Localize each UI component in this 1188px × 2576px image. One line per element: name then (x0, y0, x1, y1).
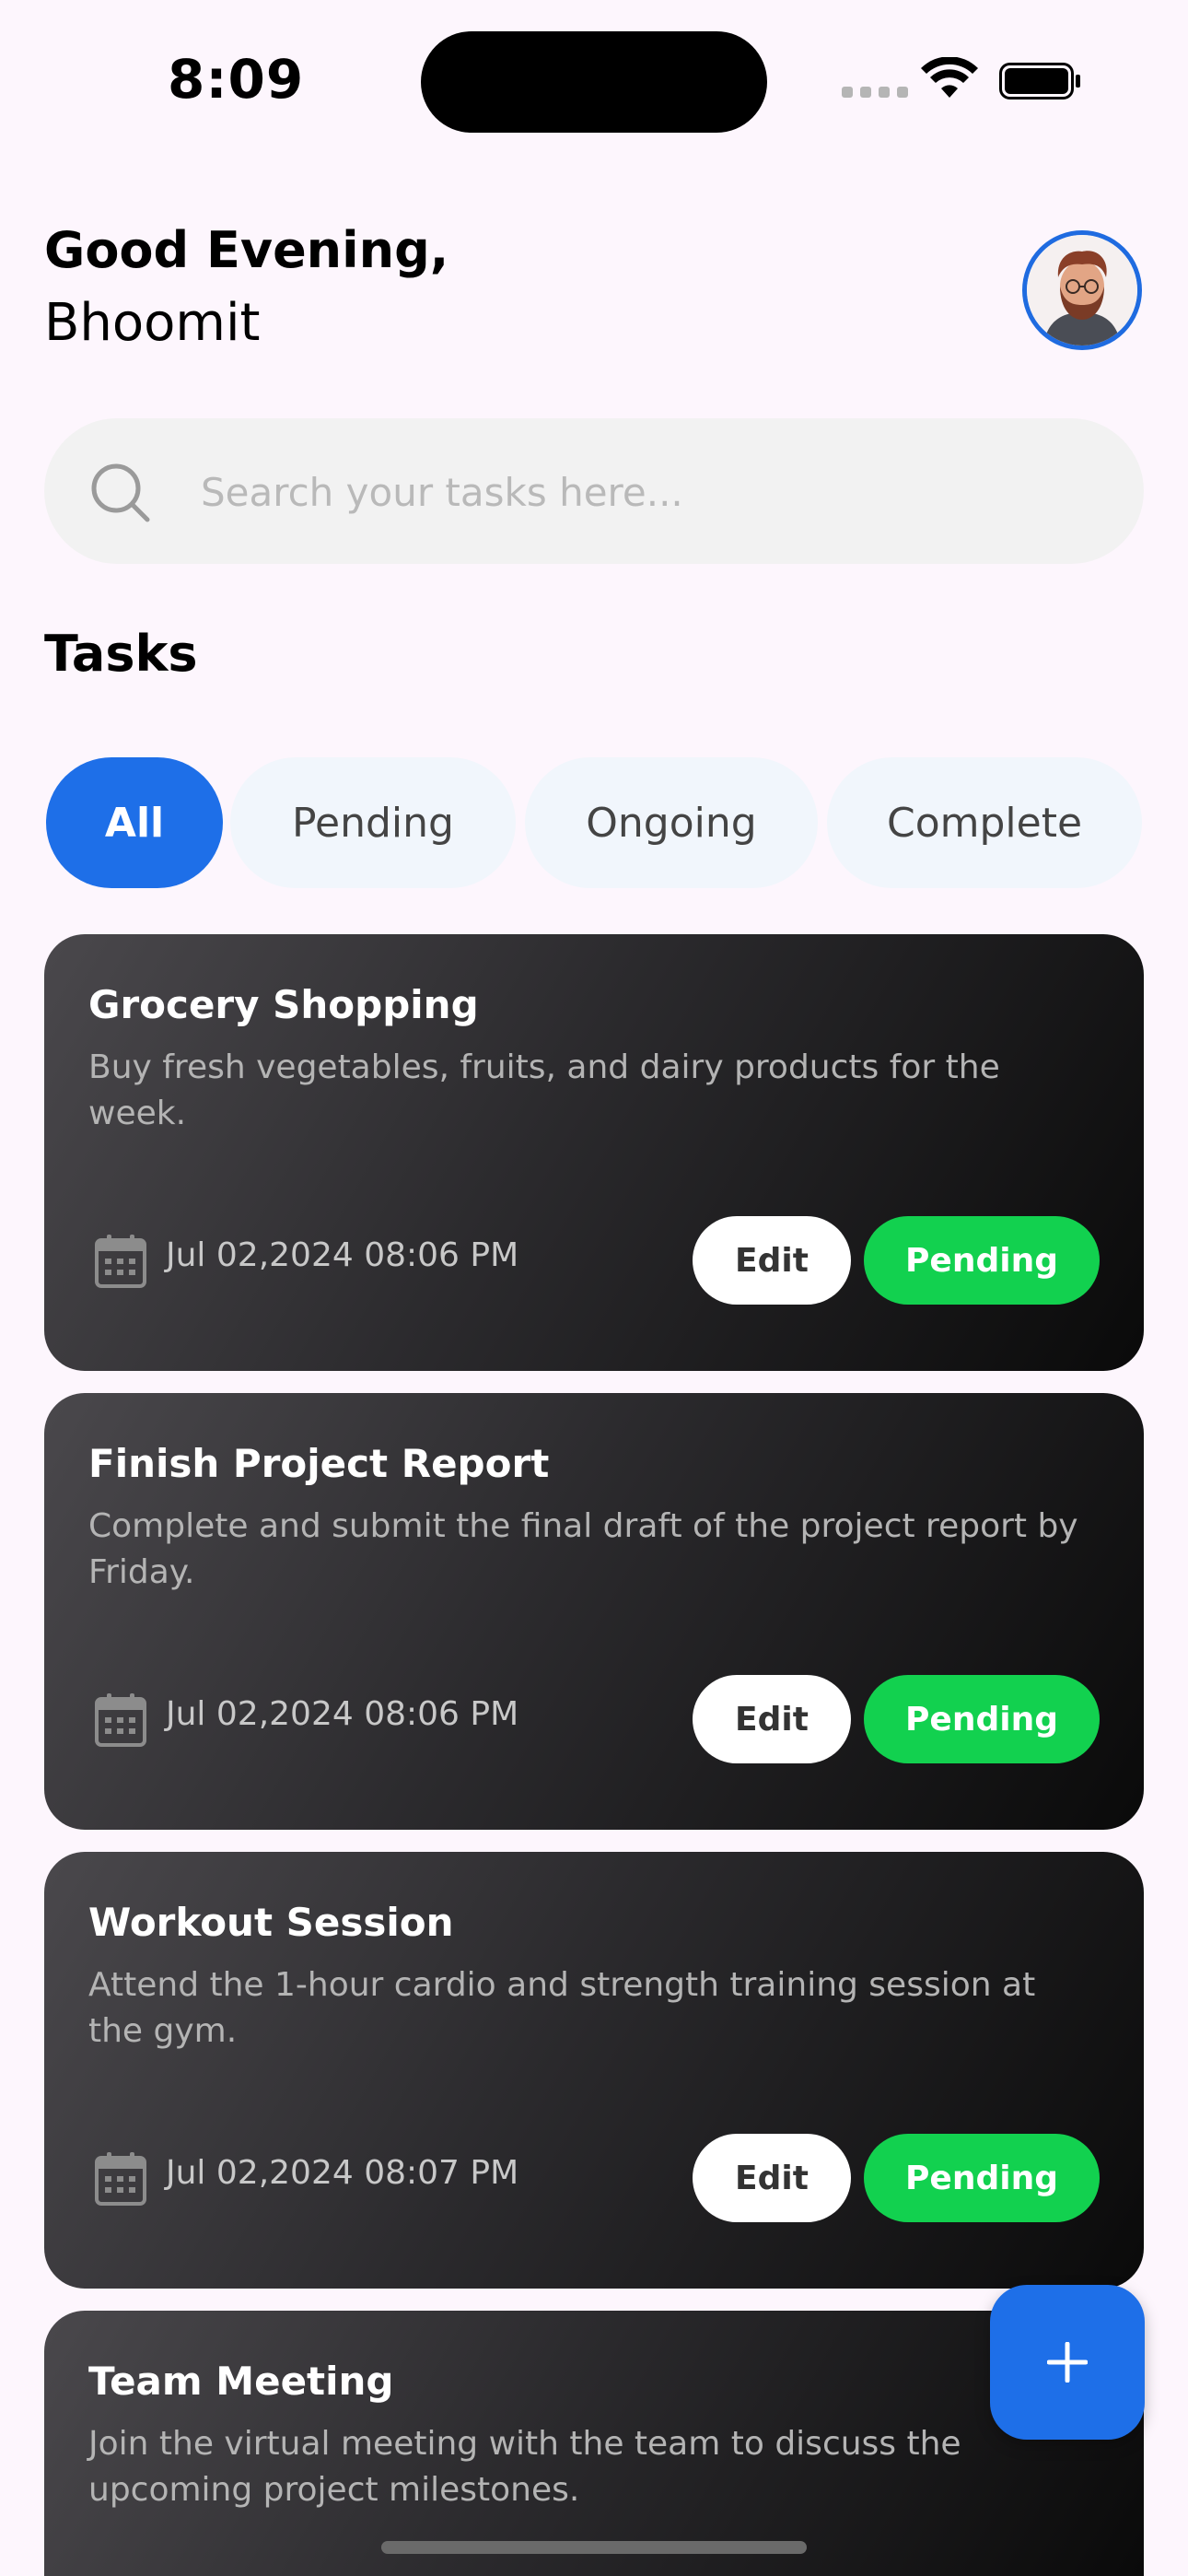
filter-tab-complete[interactable]: Complete (827, 757, 1142, 888)
task-description: Join the virtual meeting with the team t… (88, 2425, 961, 2509)
battery-icon (999, 63, 1080, 100)
avatar-illustration (1027, 235, 1137, 345)
task-date: Jul 02,2024 08:06 PM (166, 1236, 519, 1274)
task-title: Grocery Shopping (88, 982, 479, 1027)
search-input[interactable] (199, 418, 1105, 566)
greeting-text: Good Evening, (44, 221, 449, 279)
status-time: 8:09 (168, 48, 305, 111)
task-description: Buy fresh vegetables, fruits, and dairy … (88, 1048, 1000, 1132)
user-name: Bhoomit (44, 293, 261, 353)
filter-tab-all[interactable]: All (46, 757, 223, 888)
task-description: Attend the 1-hour cardio and strength tr… (88, 1966, 1036, 2050)
edit-button[interactable]: Edit (693, 2134, 851, 2222)
filter-tab-pending[interactable]: Pending (230, 757, 516, 888)
calendar-icon (95, 1693, 146, 1747)
filter-tab-ongoing[interactable]: Ongoing (525, 757, 818, 888)
task-date: Jul 02,2024 08:07 PM (166, 2154, 519, 2192)
calendar-icon (95, 2152, 146, 2206)
task-title: Team Meeting (88, 2359, 394, 2404)
tasks-heading: Tasks (44, 625, 198, 683)
task-title: Workout Session (88, 1900, 454, 1945)
edit-button[interactable]: Edit (693, 1675, 851, 1763)
plus-icon (1047, 2342, 1088, 2383)
avatar[interactable] (1022, 230, 1142, 350)
task-card[interactable]: Workout Session Attend the 1-hour cardio… (44, 1852, 1144, 2289)
edit-button[interactable]: Edit (693, 1216, 851, 1305)
task-card[interactable]: Finish Project Report Complete and submi… (44, 1393, 1144, 1830)
task-card[interactable]: Grocery Shopping Buy fresh vegetables, f… (44, 934, 1144, 1371)
home-indicator[interactable] (381, 2541, 807, 2554)
dynamic-island (421, 31, 767, 133)
task-card[interactable]: Team Meeting Join the virtual meeting wi… (44, 2311, 1144, 2576)
calendar-icon (95, 1235, 146, 1288)
status-badge[interactable]: Pending (864, 1216, 1100, 1305)
search-icon (91, 463, 150, 522)
cellular-signal-icon (842, 87, 908, 98)
task-title: Finish Project Report (88, 1441, 550, 1486)
status-badge[interactable]: Pending (864, 1675, 1100, 1763)
search-bar[interactable] (44, 418, 1144, 566)
status-badge[interactable]: Pending (864, 2134, 1100, 2222)
add-task-button[interactable] (990, 2285, 1145, 2440)
task-description: Complete and submit the final draft of t… (88, 1507, 1078, 1591)
task-date: Jul 02,2024 08:06 PM (166, 1695, 519, 1733)
wifi-icon (921, 57, 978, 98)
